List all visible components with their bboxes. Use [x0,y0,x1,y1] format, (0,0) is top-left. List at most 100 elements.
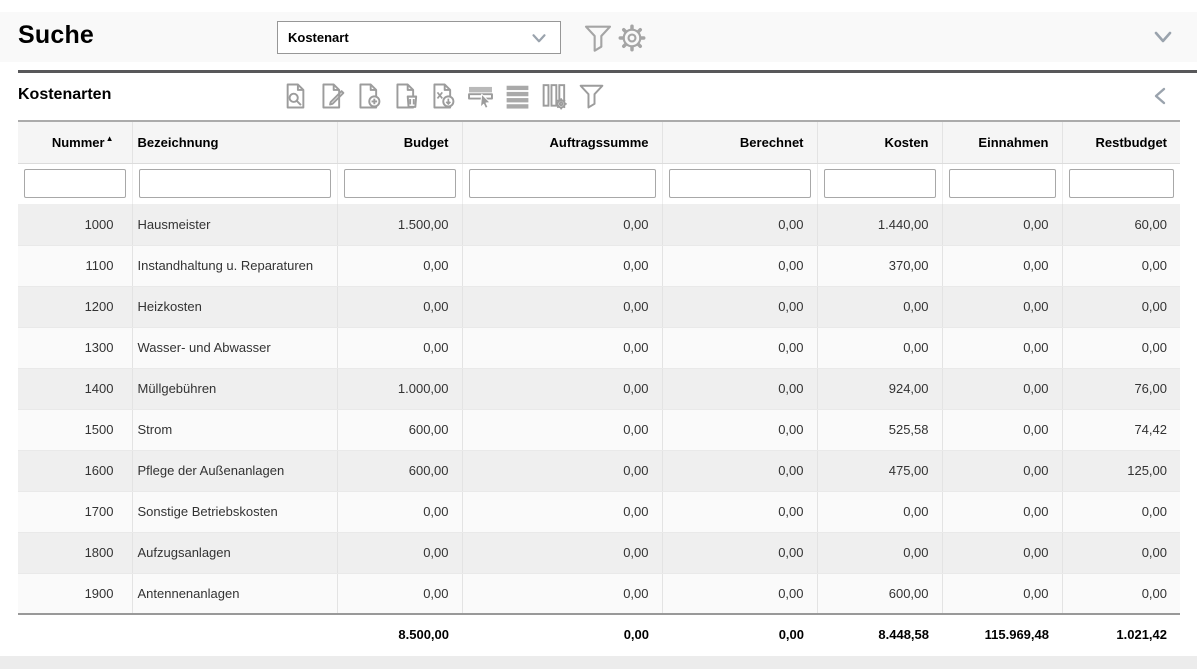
cell-nummer: 1200 [18,286,132,327]
filter-icon[interactable] [577,81,606,111]
add-record-icon[interactable] [355,81,384,111]
cell-budget: 0,00 [337,491,462,532]
table-row[interactable]: 1800Aufzugsanlagen0,000,000,000,000,000,… [18,532,1180,573]
cell-budget: 1.500,00 [337,204,462,245]
cell-auftragssumme: 0,00 [462,409,662,450]
cell-bezeichnung: Müllgebühren [132,368,337,409]
bottom-scroll-area[interactable] [0,656,1197,669]
cell-nummer: 1100 [18,245,132,286]
cell-restbudget: 0,00 [1062,286,1180,327]
cell-einnahmen: 0,00 [942,450,1062,491]
gear-icon[interactable] [616,22,648,54]
search-category-value: Kostenart [288,30,349,45]
column-label: Berechnet [740,135,804,150]
chevron-down-icon [528,27,550,49]
cell-einnahmen: 0,00 [942,573,1062,614]
filter-input-budget[interactable] [344,169,456,198]
filter-cell-einnahmen [942,163,1062,204]
cell-nummer: 1300 [18,327,132,368]
cell-berechnet: 0,00 [662,368,817,409]
filter-input-berechnet[interactable] [669,169,811,198]
table-row[interactable]: 1600Pflege der Außenanlagen600,000,000,0… [18,450,1180,491]
cell-budget: 1.000,00 [337,368,462,409]
cell-berechnet: 0,00 [662,532,817,573]
filter-cell-auftragssumme [462,163,662,204]
cell-berechnet: 0,00 [662,327,817,368]
results-toolbar: Kostenarten [0,73,1197,120]
cell-berechnet: 0,00 [662,450,817,491]
filter-cell-nummer [18,163,132,204]
filter-input-einnahmen[interactable] [949,169,1056,198]
filter-input-bezeichnung[interactable] [139,169,331,198]
select-rows-icon[interactable] [466,81,495,111]
table-row[interactable]: 1300Wasser- und Abwasser0,000,000,000,00… [18,327,1180,368]
filter-cell-budget [337,163,462,204]
column-label: Restbudget [1096,135,1168,150]
column-header-berechnet[interactable]: Berechnet [662,121,817,163]
table-row[interactable]: 1700Sonstige Betriebskosten0,000,000,000… [18,491,1180,532]
filter-cell-kosten [817,163,942,204]
filter-icon[interactable] [582,22,614,54]
table-row[interactable]: 1200Heizkosten0,000,000,000,000,000,00 [18,286,1180,327]
cell-nummer: 1600 [18,450,132,491]
column-header-kosten[interactable]: Kosten [817,121,942,163]
column-label: Auftragssumme [550,135,649,150]
collapse-panel-chevron-left-icon[interactable] [1151,86,1169,106]
filter-input-auftragssumme[interactable] [469,169,656,198]
delete-record-icon[interactable] [392,81,421,111]
cell-budget: 600,00 [337,409,462,450]
edit-record-icon[interactable] [318,81,347,111]
column-settings-icon[interactable] [540,81,569,111]
filter-input-restbudget[interactable] [1069,169,1175,198]
cell-restbudget: 0,00 [1062,491,1180,532]
collapse-search-chevron-down-icon[interactable] [1151,28,1175,48]
cell-kosten: 0,00 [817,532,942,573]
table-row[interactable]: 1900Antennenanlagen0,000,000,00600,000,0… [18,573,1180,614]
filter-input-kosten[interactable] [824,169,936,198]
cell-kosten: 525,58 [817,409,942,450]
cell-bezeichnung: Pflege der Außenanlagen [132,450,337,491]
cell-einnahmen: 0,00 [942,327,1062,368]
cell-restbudget: 125,00 [1062,450,1180,491]
cell-berechnet: 0,00 [662,204,817,245]
column-header-restbudget[interactable]: Restbudget [1062,121,1180,163]
column-label: Kosten [884,135,928,150]
search-category-select[interactable]: Kostenart [277,21,561,54]
cell-kosten: 475,00 [817,450,942,491]
cell-budget: 0,00 [337,286,462,327]
cell-restbudget: 0,00 [1062,245,1180,286]
filter-input-nummer[interactable] [24,169,126,198]
filter-cell-bezeichnung [132,163,337,204]
cell-auftragssumme: 0,00 [462,286,662,327]
cell-berechnet: 0,00 [662,491,817,532]
table-body: 1000Hausmeister1.500,000,000,001.440,000… [18,204,1180,614]
column-header-budget[interactable]: Budget [337,121,462,163]
cell-auftragssumme: 0,00 [462,327,662,368]
cell-auftragssumme: 0,00 [462,368,662,409]
cell-nummer: 1700 [18,491,132,532]
table-row[interactable]: 1100Instandhaltung u. Reparaturen0,000,0… [18,245,1180,286]
column-header-nummer[interactable]: Nummer▲ [18,121,132,163]
cell-nummer: 1000 [18,204,132,245]
cell-restbudget: 0,00 [1062,532,1180,573]
header-row: Nummer▲BezeichnungBudget Auftragssumme Ber… [18,121,1180,163]
cell-bezeichnung: Heizkosten [132,286,337,327]
total-restbudget: 1.021,42 [1062,614,1180,653]
cell-restbudget: 0,00 [1062,573,1180,614]
table-row[interactable]: 1500Strom600,000,000,00525,580,0074,42 [18,409,1180,450]
column-header-bezeichnung[interactable]: Bezeichnung [132,121,337,163]
view-record-icon[interactable] [281,81,310,111]
export-excel-icon[interactable] [429,81,458,111]
cell-einnahmen: 0,00 [942,204,1062,245]
cell-bezeichnung: Aufzugsanlagen [132,532,337,573]
table-row[interactable]: 1400Müllgebühren1.000,000,000,00924,000,… [18,368,1180,409]
column-header-einnahmen[interactable]: Einnahmen [942,121,1062,163]
results-title: Kostenarten [18,86,111,104]
row-layout-icon[interactable] [503,81,532,111]
cell-berechnet: 0,00 [662,573,817,614]
column-label: Nummer [52,135,105,150]
column-header-auftragssumme[interactable]: Auftragssumme [462,121,662,163]
table-row[interactable]: 1000Hausmeister1.500,000,000,001.440,000… [18,204,1180,245]
cell-einnahmen: 0,00 [942,368,1062,409]
cell-auftragssumme: 0,00 [462,245,662,286]
